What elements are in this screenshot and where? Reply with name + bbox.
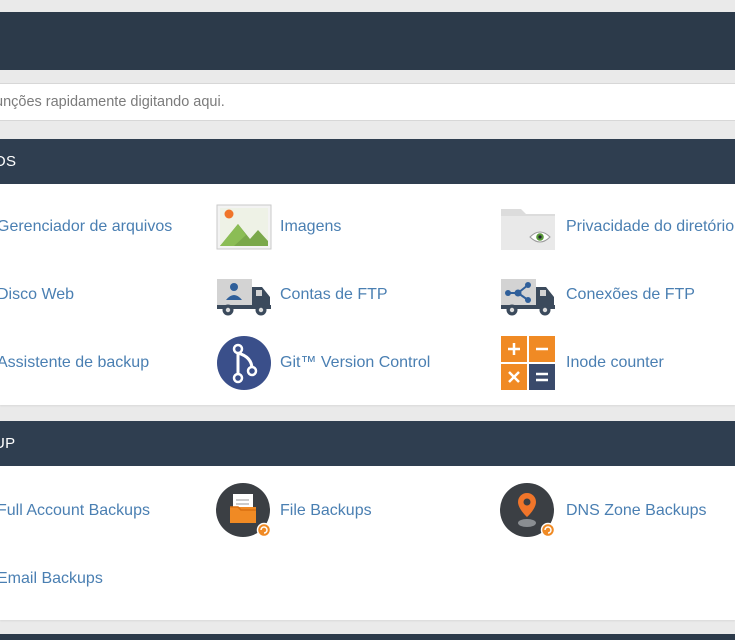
tool-label[interactable]: Gerenciador de arquivos: [0, 218, 172, 236]
directory-privacy-icon[interactable]: [500, 199, 556, 255]
tool-full-account-backups[interactable]: Full Account Backups: [0, 481, 150, 541]
tool-ftp-connections[interactable]: Conexões de FTP: [500, 265, 695, 325]
images-icon[interactable]: [216, 199, 272, 255]
tool-label[interactable]: File Backups: [280, 502, 372, 520]
section-title: OS: [0, 153, 17, 170]
backup-section: UP Full Account Backups File Backups: [0, 421, 735, 620]
search-input[interactable]: [0, 94, 730, 110]
tool-web-disk[interactable]: Disco Web: [0, 265, 74, 325]
tool-directory-privacy[interactable]: Privacidade do diretório: [500, 197, 734, 257]
tool-label[interactable]: Disco Web: [0, 286, 74, 304]
tool-file-manager[interactable]: Gerenciador de arquivos: [0, 197, 172, 257]
ftp-connections-icon[interactable]: [500, 267, 556, 323]
section-header-backup[interactable]: UP: [0, 421, 735, 466]
tools-search-bar[interactable]: [0, 83, 735, 121]
tool-label[interactable]: Privacidade do diretório: [566, 218, 734, 236]
section-header-files[interactable]: OS: [0, 139, 735, 184]
top-header-bar: [0, 12, 735, 70]
tool-backup-wizard[interactable]: Assistente de backup: [0, 333, 149, 393]
tool-label[interactable]: Full Account Backups: [0, 502, 150, 520]
files-section: OS Gerenciador de arquivos Imagens: [0, 139, 735, 405]
tool-label[interactable]: Imagens: [280, 218, 341, 236]
tool-file-backups[interactable]: File Backups: [216, 481, 372, 541]
tool-label[interactable]: Contas de FTP: [280, 286, 388, 304]
tool-inode-counter[interactable]: Inode counter: [500, 333, 664, 393]
tool-label[interactable]: Git™ Version Control: [280, 354, 430, 372]
tool-git-version-control[interactable]: Git™ Version Control: [216, 333, 430, 393]
section-title: UP: [0, 435, 16, 452]
tool-label[interactable]: DNS Zone Backups: [566, 502, 707, 520]
tool-label[interactable]: Conexões de FTP: [566, 286, 695, 304]
git-icon[interactable]: [216, 335, 272, 391]
tool-label[interactable]: Email Backups: [0, 570, 103, 588]
tool-images[interactable]: Imagens: [216, 197, 341, 257]
ftp-accounts-icon[interactable]: [216, 267, 272, 323]
tool-email-backups[interactable]: Email Backups: [0, 549, 103, 609]
inode-counter-icon[interactable]: [500, 335, 556, 391]
tool-ftp-accounts[interactable]: Contas de FTP: [216, 265, 388, 325]
file-backups-icon[interactable]: [216, 483, 272, 539]
next-section-header: [0, 634, 735, 640]
tool-label[interactable]: Assistente de backup: [0, 354, 149, 372]
tool-label[interactable]: Inode counter: [566, 354, 664, 372]
tool-dns-zone-backups[interactable]: DNS Zone Backups: [500, 481, 707, 541]
dns-zone-backups-icon[interactable]: [500, 483, 556, 539]
